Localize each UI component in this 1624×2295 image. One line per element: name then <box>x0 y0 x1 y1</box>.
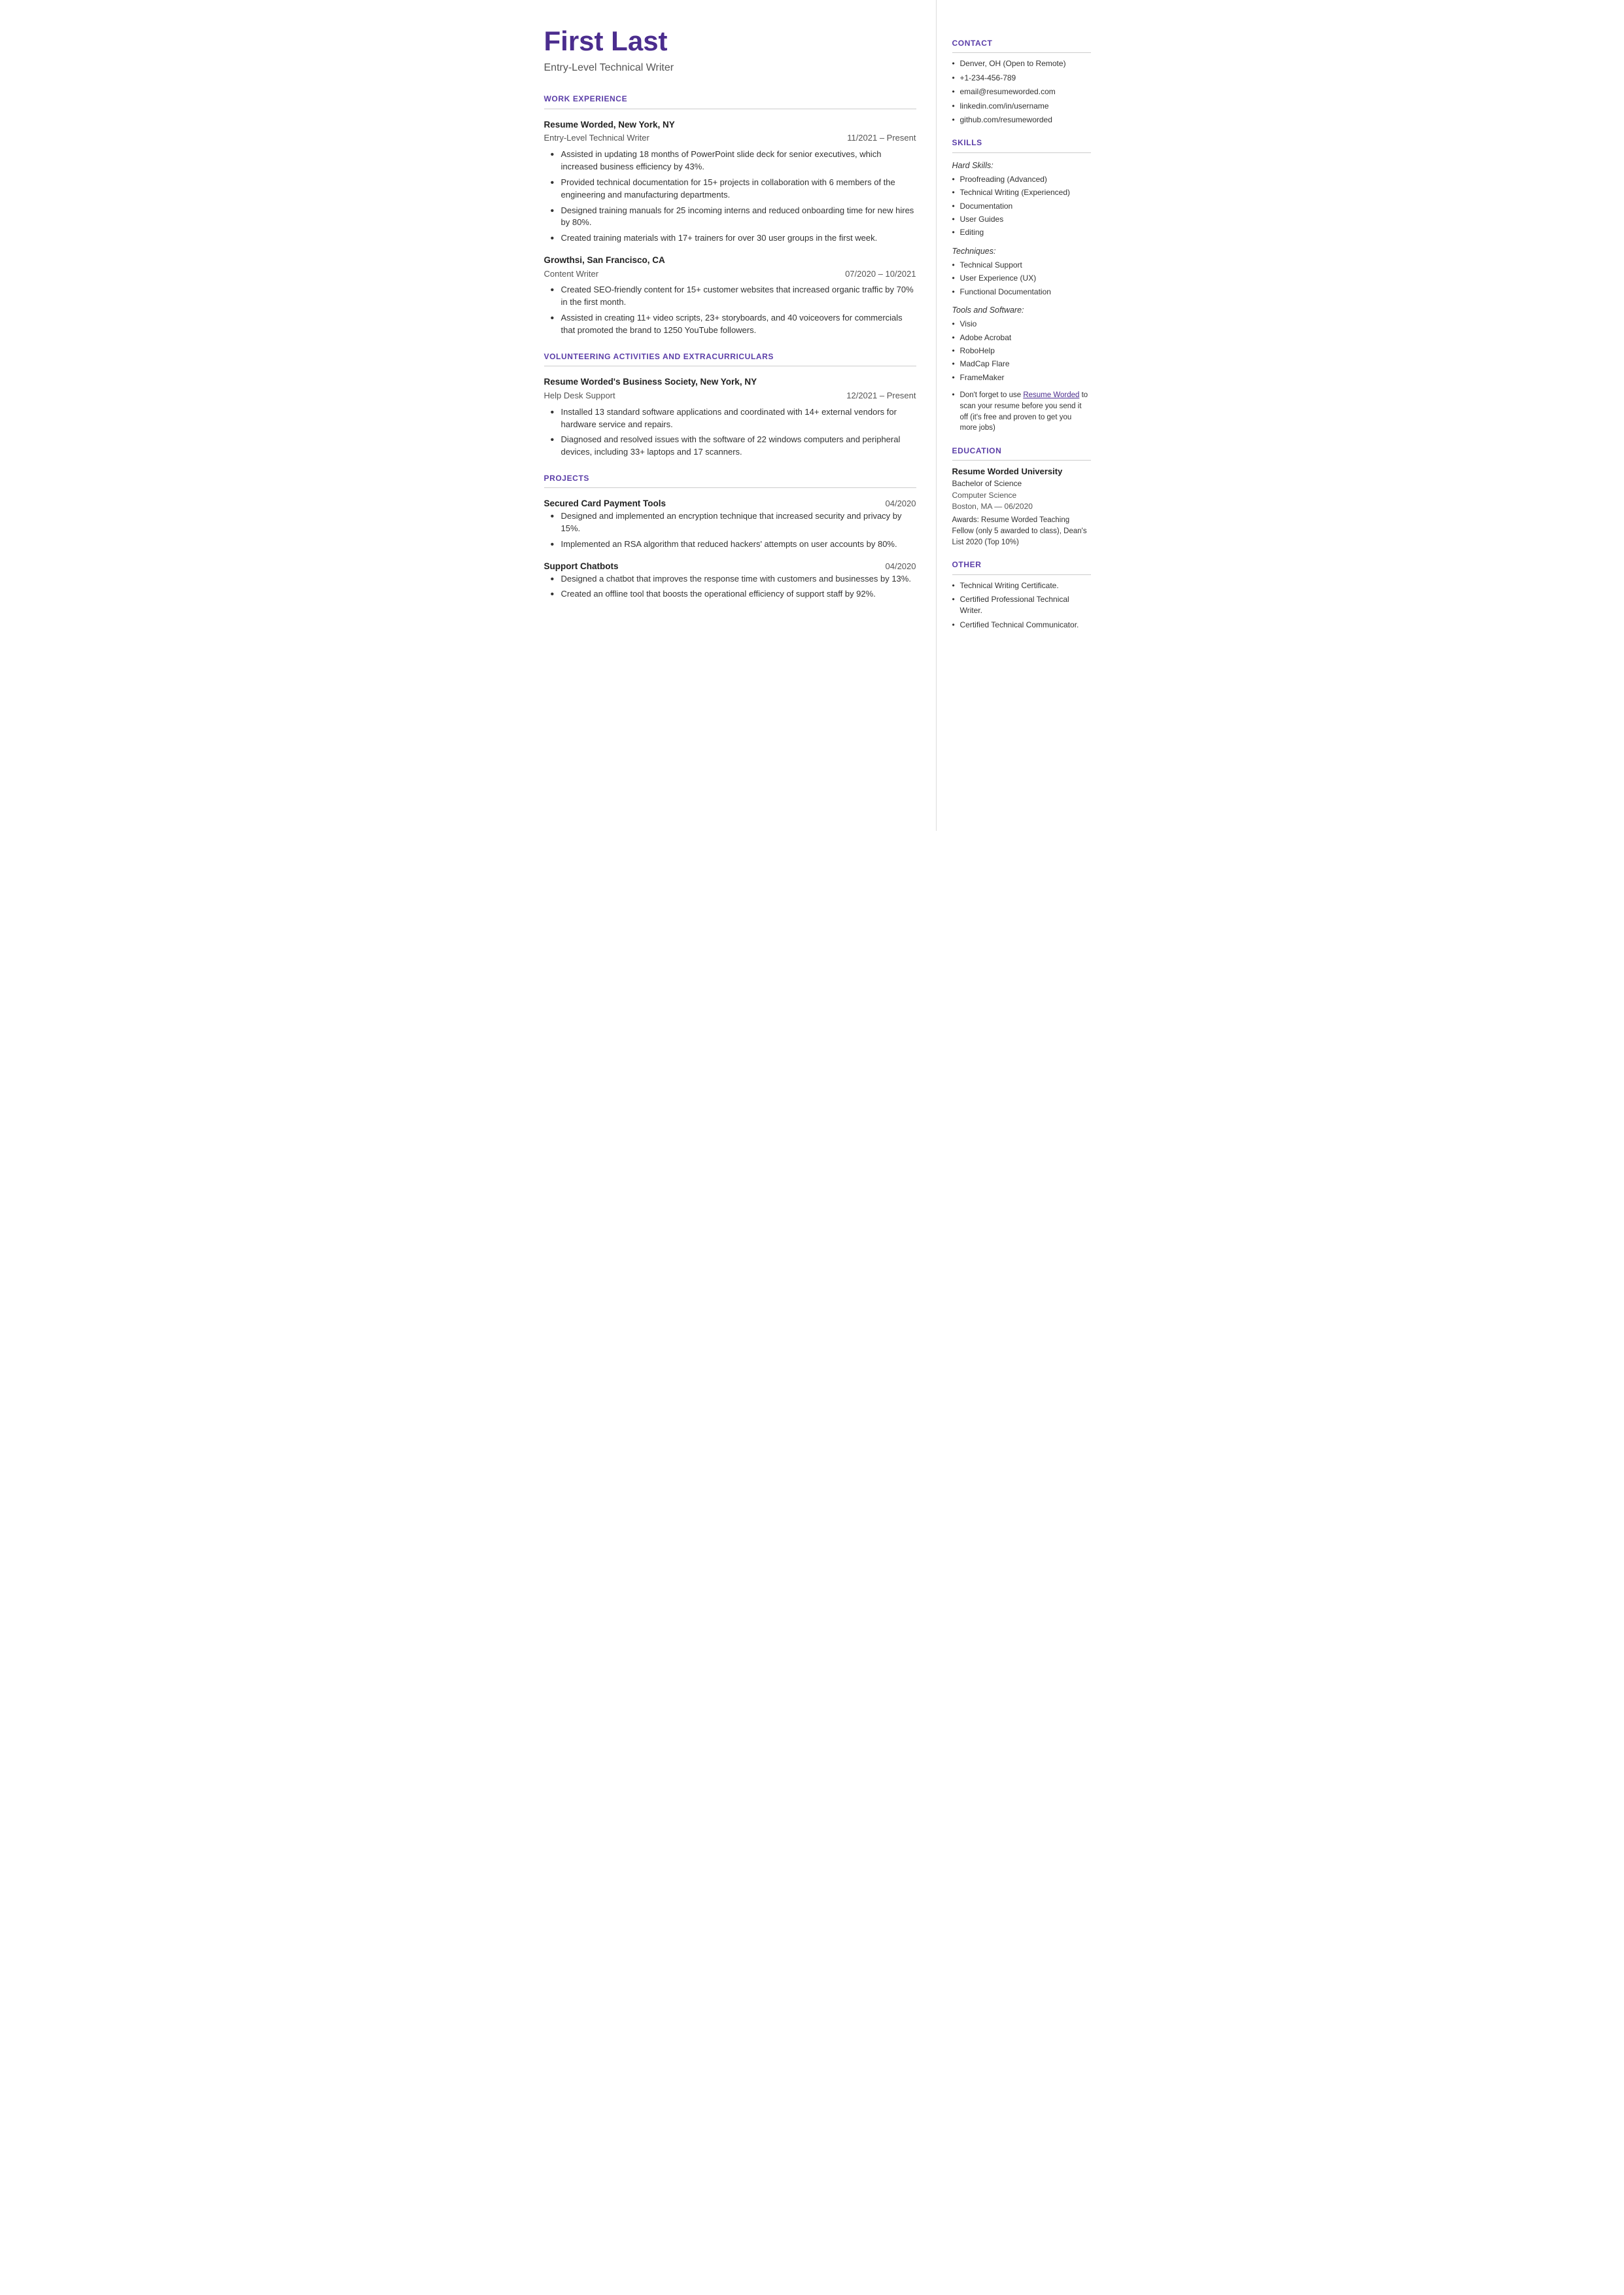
bullet-item: Created training materials with 17+ trai… <box>551 232 916 245</box>
vol-1-role: Help Desk Support <box>544 390 615 402</box>
vol-1-company: Resume Worded's Business Society, New Yo… <box>544 376 757 389</box>
project-2-name: Support Chatbots <box>544 560 619 573</box>
skills-cat-1: Techniques: <box>952 245 1091 257</box>
skills-list-0: Proofreading (Advanced) Technical Writin… <box>952 174 1091 239</box>
bullet-item: Installed 13 standard software applicati… <box>551 406 916 431</box>
project-1-name: Secured Card Payment Tools <box>544 497 666 510</box>
job-1-role: Entry-Level Technical Writer <box>544 132 649 145</box>
promo-link[interactable]: Resume Worded <box>1023 391 1079 399</box>
vol-1-header: Resume Worded's Business Society, New Yo… <box>544 376 916 389</box>
other-item: Certified Professional Technical Writer. <box>952 594 1091 617</box>
project-2-bullets: Designed a chatbot that improves the res… <box>551 573 916 601</box>
contact-item: github.com/resumeworded <box>952 114 1091 126</box>
contact-list: Denver, OH (Open to Remote) +1-234-456-7… <box>952 58 1091 126</box>
bullet-item: Diagnosed and resolved issues with the s… <box>551 434 916 459</box>
education-title: EDUCATION <box>952 446 1091 461</box>
right-column: CONTACT Denver, OH (Open to Remote) +1-2… <box>937 0 1107 831</box>
skills-list-2: Visio Adobe Acrobat RoboHelp MadCap Flar… <box>952 319 1091 383</box>
projects-title: PROJECTS <box>544 473 916 488</box>
skill-item: Functional Documentation <box>952 287 1091 298</box>
skills-title: SKILLS <box>952 137 1091 152</box>
contact-item: linkedin.com/in/username <box>952 101 1091 112</box>
job-2-company: Growthsi, San Francisco, CA <box>544 254 665 267</box>
vol-1-bullets: Installed 13 standard software applicati… <box>551 406 916 459</box>
volunteering-title: VOLUNTEERING ACTIVITIES AND EXTRACURRICU… <box>544 351 916 366</box>
other-title: OTHER <box>952 559 1091 574</box>
job-1-date: 11/2021 – Present <box>847 132 916 145</box>
job-1-role-date: Entry-Level Technical Writer 11/2021 – P… <box>544 132 916 145</box>
skill-item: Technical Support <box>952 260 1091 271</box>
skill-item: Adobe Acrobat <box>952 332 1091 343</box>
edu-degree: Bachelor of Science <box>952 478 1091 489</box>
skill-item: MadCap Flare <box>952 359 1091 370</box>
promo-note: Don't forget to use Resume Worded to sca… <box>952 390 1091 434</box>
contact-item: email@resumeworded.com <box>952 86 1091 97</box>
vol-1-role-date: Help Desk Support 12/2021 – Present <box>544 390 916 402</box>
resume-page: First Last Entry-Level Technical Writer … <box>518 0 1107 831</box>
left-column: First Last Entry-Level Technical Writer … <box>518 0 937 831</box>
candidate-subtitle: Entry-Level Technical Writer <box>544 60 916 75</box>
skill-item: User Experience (UX) <box>952 273 1091 284</box>
other-item: Certified Technical Communicator. <box>952 620 1091 631</box>
job-2-date: 07/2020 – 10/2021 <box>845 268 916 281</box>
edu-location-date: Boston, MA — 06/2020 <box>952 501 1091 512</box>
bullet-item: Designed training manuals for 25 incomin… <box>551 205 916 230</box>
skills-list-1: Technical Support User Experience (UX) F… <box>952 260 1091 298</box>
bullet-item: Created an offline tool that boosts the … <box>551 588 916 601</box>
edu-school: Resume Worded University <box>952 466 1091 478</box>
contact-item: Denver, OH (Open to Remote) <box>952 58 1091 69</box>
skills-cat-2: Tools and Software: <box>952 304 1091 316</box>
skill-item: RoboHelp <box>952 345 1091 357</box>
job-1-header: Resume Worded, New York, NY <box>544 118 916 131</box>
project-1-header: Secured Card Payment Tools 04/2020 <box>544 497 916 510</box>
contact-item: +1-234-456-789 <box>952 73 1091 84</box>
other-item: Technical Writing Certificate. <box>952 580 1091 591</box>
job-2-role: Content Writer <box>544 268 599 281</box>
skill-item: Visio <box>952 319 1091 330</box>
skill-item: FrameMaker <box>952 372 1091 383</box>
edu-entry-0: Resume Worded University Bachelor of Sci… <box>952 466 1091 548</box>
skill-item: Editing <box>952 227 1091 238</box>
job-1-bullets: Assisted in updating 18 months of PowerP… <box>551 149 916 245</box>
job-2-header: Growthsi, San Francisco, CA <box>544 254 916 267</box>
skill-item: User Guides <box>952 214 1091 225</box>
job-2-role-date: Content Writer 07/2020 – 10/2021 <box>544 268 916 281</box>
bullet-item: Created SEO-friendly content for 15+ cus… <box>551 284 916 309</box>
project-2-header: Support Chatbots 04/2020 <box>544 560 916 573</box>
candidate-name: First Last <box>544 26 916 56</box>
edu-field: Computer Science <box>952 490 1091 501</box>
work-experience-title: WORK EXPERIENCE <box>544 94 916 109</box>
skill-item: Technical Writing (Experienced) <box>952 187 1091 198</box>
bullet-item: Implemented an RSA algorithm that reduce… <box>551 538 916 551</box>
other-list: Technical Writing Certificate. Certified… <box>952 580 1091 631</box>
contact-title: CONTACT <box>952 38 1091 53</box>
skills-cat-0: Hard Skills: <box>952 160 1091 171</box>
vol-1-date: 12/2021 – Present <box>846 390 916 402</box>
bullet-item: Provided technical documentation for 15+… <box>551 177 916 201</box>
bullet-item: Designed and implemented an encryption t… <box>551 510 916 535</box>
job-1-company: Resume Worded, New York, NY <box>544 118 675 131</box>
bullet-item: Assisted in updating 18 months of PowerP… <box>551 149 916 173</box>
skill-item: Documentation <box>952 201 1091 212</box>
project-1-date: 04/2020 <box>886 498 916 510</box>
edu-awards: Awards: Resume Worded Teaching Fellow (o… <box>952 515 1091 548</box>
bullet-item: Assisted in creating 11+ video scripts, … <box>551 312 916 337</box>
project-2-date: 04/2020 <box>886 561 916 573</box>
job-2-bullets: Created SEO-friendly content for 15+ cus… <box>551 284 916 336</box>
bullet-item: Designed a chatbot that improves the res… <box>551 573 916 586</box>
project-1-bullets: Designed and implemented an encryption t… <box>551 510 916 551</box>
skill-item: Proofreading (Advanced) <box>952 174 1091 185</box>
